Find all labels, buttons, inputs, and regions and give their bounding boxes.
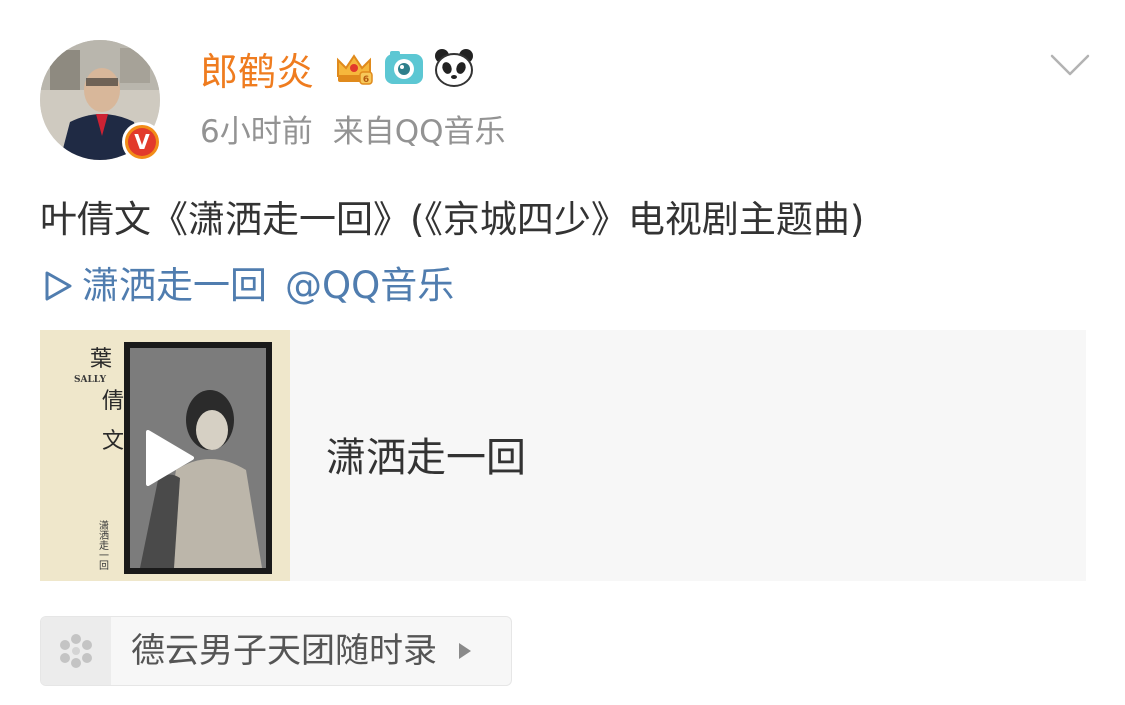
verified-badge: V: [122, 122, 162, 162]
camera-icon[interactable]: [382, 46, 426, 90]
verified-v-icon: V: [128, 128, 156, 156]
post-source[interactable]: 来自QQ音乐: [333, 114, 506, 150]
svg-text:6: 6: [363, 75, 369, 85]
album-caption-char-1: 葉: [90, 347, 112, 372]
post-meta: 6小时前 来自QQ音乐: [200, 110, 506, 154]
topic-tag[interactable]: 德云男子天团随时录: [40, 616, 512, 686]
caret-right-icon: [459, 643, 471, 659]
weibo-post: V 郎鹤炎 6 6小时前 来自QQ音乐 叶倩文《潇洒走一回》(《京城四少》电视剧…: [0, 0, 1125, 705]
album-caption-char-2: 倩: [102, 389, 124, 414]
album-cover[interactable]: 葉 倩 文 SALLY 潇洒走一回: [40, 330, 290, 581]
music-card-title: 潇洒走一回: [326, 435, 526, 481]
chevron-down-icon[interactable]: [1048, 50, 1092, 80]
mention-link[interactable]: @QQ音乐: [285, 258, 454, 314]
album-brand: SALLY: [74, 375, 107, 385]
post-time: 6小时前: [200, 114, 313, 150]
user-badges: 6: [332, 46, 476, 90]
album-caption-char-3: 文: [102, 429, 124, 454]
topic-label: 德云男子天团随时录: [131, 631, 437, 671]
post-text: 叶倩文《潇洒走一回》(《京城四少》电视剧主题曲): [40, 198, 865, 241]
username[interactable]: 郎鹤炎: [200, 46, 314, 98]
play-outline-icon: [45, 271, 72, 301]
avatar[interactable]: V: [40, 40, 162, 162]
flower-icon: [60, 634, 92, 668]
post-links: 潇洒走一回 @QQ音乐: [40, 258, 454, 314]
play-icon[interactable]: [144, 430, 194, 486]
topic-icon-box: [41, 617, 111, 685]
music-card[interactable]: 葉 倩 文 SALLY 潇洒走一回 潇洒走一回: [40, 330, 1086, 581]
album-subtitle: 潇洒走一回: [97, 519, 109, 571]
panda-icon[interactable]: [432, 46, 476, 90]
crown-member-icon[interactable]: 6: [332, 46, 376, 90]
song-link[interactable]: 潇洒走一回: [82, 258, 267, 314]
